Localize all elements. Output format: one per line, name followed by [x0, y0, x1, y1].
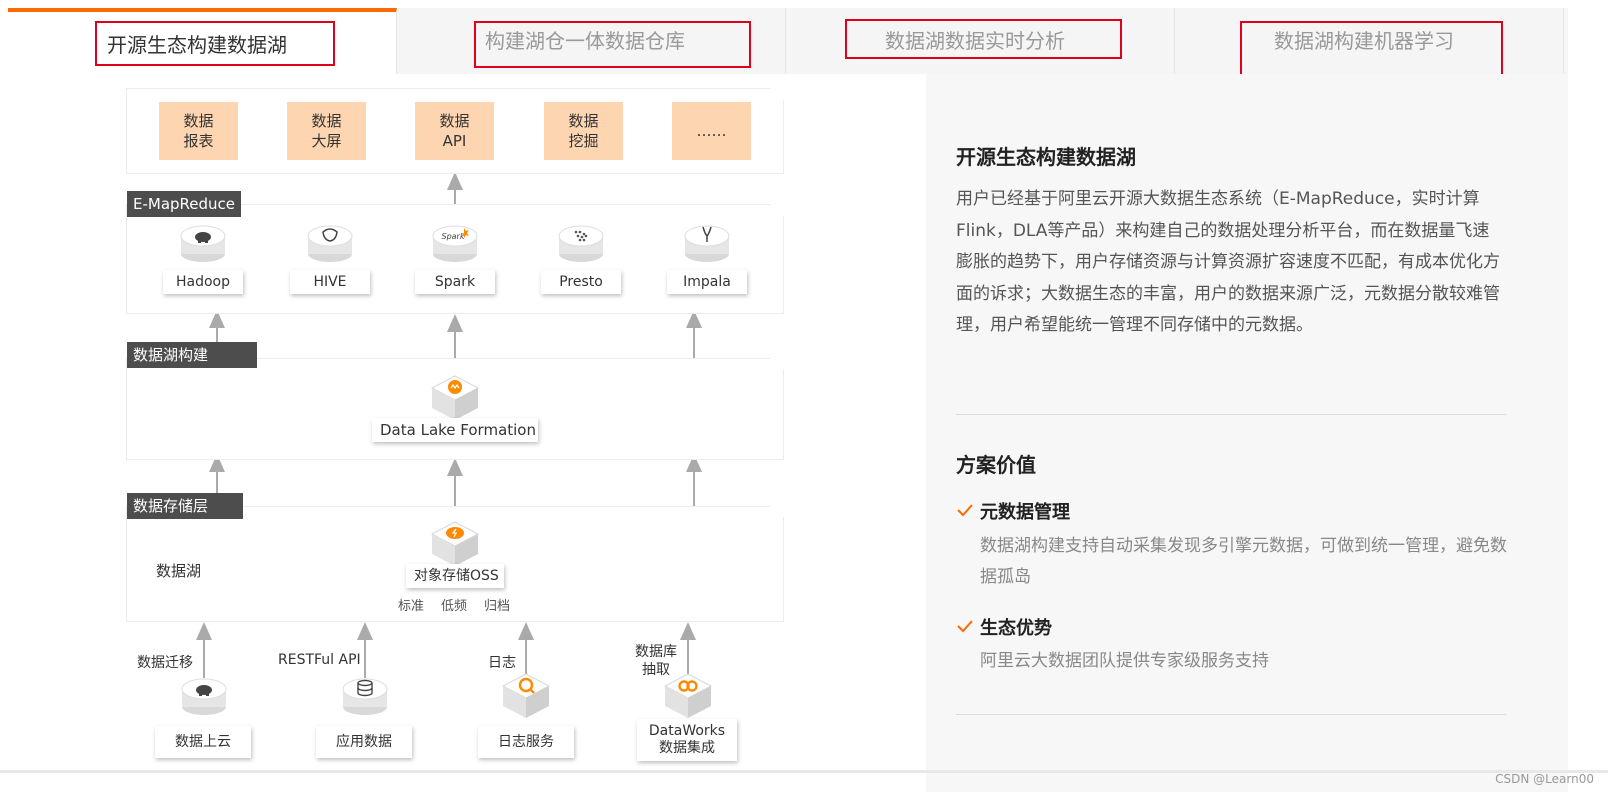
engine-hadoop: Hadoop: [163, 270, 243, 294]
layer-tag-emapreduce: E-MapReduce: [127, 191, 242, 217]
engine-presto: Presto: [541, 270, 621, 294]
solution-detail-panel: 开源生态构建数据湖 用户已经基于阿里云开源大数据生态系统（E-MapReduce…: [926, 74, 1568, 792]
tab-label: 开源生态构建数据湖: [107, 33, 287, 57]
solution-tabs: 开源生态构建数据湖 构建湖仓一体数据仓库 数据湖数据实时分析 数据湖构建机器学习: [8, 8, 1568, 74]
impala-antelope-icon: [684, 225, 730, 262]
tab-lakehouse-warehouse[interactable]: 构建湖仓一体数据仓库: [397, 8, 786, 74]
solution-title: 开源生态构建数据湖: [956, 145, 1136, 169]
tab-label: 构建湖仓一体数据仓库: [485, 29, 685, 53]
hive-bee-icon: [307, 225, 353, 262]
source-arrow-label: 数据迁移: [137, 655, 193, 671]
data-lake-formation-label: Data Lake Formation: [372, 418, 538, 442]
app-data-api: 数据 API: [415, 102, 494, 160]
tab-realtime-analytics[interactable]: 数据湖数据实时分析: [786, 8, 1175, 74]
tab-label: 数据湖构建机器学习: [1274, 29, 1454, 53]
app-label: 数据 报表: [183, 112, 214, 150]
layer-tag-data-lake-build: 数据湖构建: [127, 342, 257, 368]
app-label: 数据 大屏: [311, 112, 342, 150]
tab-open-source-data-lake[interactable]: 开源生态构建数据湖: [8, 8, 397, 74]
hadoop-elephant-icon: [180, 225, 226, 262]
source-application-data: 应用数据: [316, 726, 412, 758]
app-label: ……: [696, 122, 727, 140]
app-more: ……: [672, 102, 751, 160]
database-disc-icon: [342, 678, 388, 715]
source-log-service: 日志服务: [478, 726, 574, 758]
architecture-diagram: 数据 报表 数据 大屏 数据 API 数据 挖掘 …… E-MapReduce …: [8, 74, 908, 792]
presto-dots-icon: [558, 225, 604, 262]
engine-impala: Impala: [667, 270, 747, 294]
app-label: 数据 API: [439, 112, 470, 150]
spark-icon-text: Spark: [442, 232, 465, 241]
app-label: 数据 挖掘: [568, 112, 599, 150]
spark-logo-icon: Spark: [432, 225, 478, 262]
source-arrow-label: RESTFul API: [278, 652, 361, 668]
divider: [956, 414, 1506, 415]
layer-tag-storage: 数据存储层: [127, 493, 243, 519]
value-desc-metadata: 数据湖构建支持自动采集发现多引擎元数据，可做到统一管理，避免数据孤岛: [980, 536, 1507, 587]
source-dataworks: DataWorks 数据集成: [637, 719, 737, 761]
engine-hive: HIVE: [290, 270, 370, 294]
value-desc-ecosystem: 阿里云大数据团队提供专家级服务支持: [980, 651, 1269, 671]
log-service-icon: [501, 673, 551, 718]
engine-spark: Spark: [415, 270, 495, 294]
oss-cloud-icon: [430, 521, 480, 566]
app-data-report: 数据 报表: [159, 102, 238, 160]
value-title-ecosystem: 生态优势: [980, 618, 1052, 639]
hadoop-disc-icon: [181, 678, 227, 715]
bottom-divider: [0, 770, 1608, 773]
tab-machine-learning[interactable]: 数据湖构建机器学习: [1175, 8, 1564, 74]
value-section-title: 方案价值: [956, 453, 1036, 477]
tier-standard: 标准: [398, 599, 425, 614]
solution-description: 用户已经基于阿里云开源大数据生态系统（E-MapReduce，实时计算Flink…: [956, 189, 1500, 335]
divider: [956, 714, 1506, 715]
tier-archive: 归档: [484, 599, 511, 614]
checkmark-icon: [957, 620, 973, 633]
app-data-screen: 数据 大屏: [287, 102, 366, 160]
app-data-mining: 数据 挖掘: [544, 102, 623, 160]
checkmark-icon: [957, 504, 973, 517]
tab-label: 数据湖数据实时分析: [885, 29, 1065, 53]
tier-infrequent: 低频: [441, 599, 468, 614]
dataworks-icon: [663, 673, 713, 718]
watermark: CSDN @Learn00: [1495, 772, 1594, 786]
source-arrow-label: 日志: [488, 655, 516, 671]
value-title-metadata: 元数据管理: [980, 502, 1070, 523]
oss-label: 对象存储OSS: [406, 564, 504, 588]
data-lake-label: 数据湖: [156, 562, 202, 580]
data-lake-formation-icon: [430, 375, 480, 420]
source-cloud-migration: 数据上云: [155, 726, 251, 758]
